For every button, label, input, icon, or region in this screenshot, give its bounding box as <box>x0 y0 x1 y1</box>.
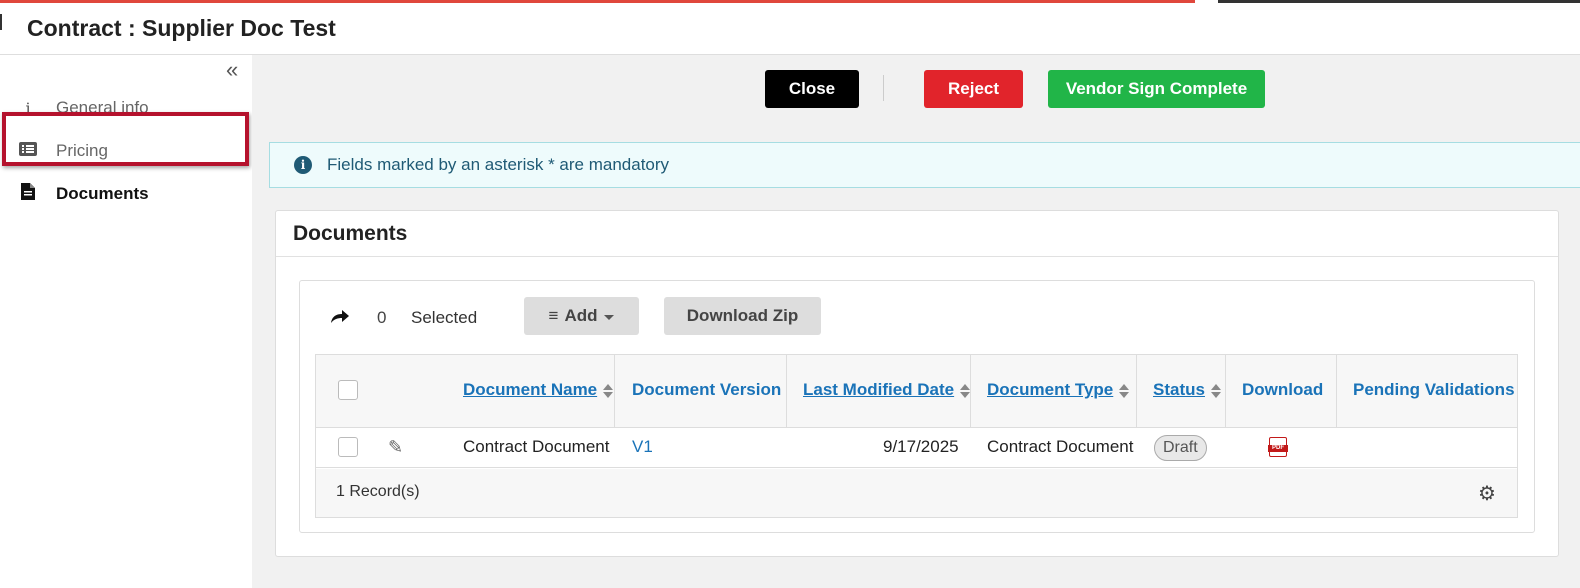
documents-table: Document Name Document Version Last Modi… <box>315 354 1518 518</box>
column-divider <box>786 355 787 428</box>
select-all-checkbox[interactable] <box>338 380 358 400</box>
add-dropdown-button[interactable]: ≡ Add <box>524 297 639 335</box>
pdf-icon[interactable]: PDF <box>1268 437 1288 457</box>
table-footer: 1 Record(s) ⚙ <box>316 469 1517 517</box>
edit-pencil-icon[interactable]: ✎ <box>388 437 403 458</box>
documents-panel-title: Documents <box>293 222 408 245</box>
gear-icon[interactable]: ⚙ <box>1478 481 1496 506</box>
column-divider <box>1225 355 1226 428</box>
cell-last-modified-date: 9/17/2025 <box>883 437 959 456</box>
record-count: 1 Record(s) <box>336 483 420 500</box>
title-bar: Contract : Supplier Doc Test <box>0 3 1580 55</box>
download-zip-button[interactable]: Download Zip <box>664 297 821 335</box>
documents-panel: Documents 0 Selected ≡ Add Download Zip <box>275 210 1559 557</box>
collapse-sidebar-icon[interactable]: « <box>226 59 238 81</box>
column-divider <box>970 355 971 428</box>
column-header-last-modified-date[interactable]: Last Modified Date <box>803 380 971 400</box>
selected-count: 0 <box>377 308 387 327</box>
cell-document-type: Contract Document <box>987 437 1134 456</box>
document-icon <box>18 183 38 205</box>
row-checkbox[interactable] <box>338 437 358 457</box>
sidebar-item-label: Documents <box>56 184 149 203</box>
column-header-document-name[interactable]: Document Name <box>463 380 614 400</box>
button-divider <box>883 75 884 101</box>
column-header-download[interactable]: Download <box>1242 380 1323 400</box>
panel-divider <box>276 256 1558 257</box>
sort-icon <box>1210 383 1221 399</box>
page: Contract : Supplier Doc Test « i General… <box>0 0 1580 588</box>
column-divider <box>1336 355 1337 428</box>
table-header: Document Name Document Version Last Modi… <box>316 355 1517 428</box>
add-label: Add <box>564 306 598 325</box>
info-circle-icon: i <box>294 156 312 174</box>
sort-icon <box>1119 383 1130 399</box>
column-header-label: Last Modified Date <box>803 380 955 399</box>
alert-message: Fields marked by an asterisk * are manda… <box>327 155 670 174</box>
page-title: Contract : Supplier Doc Test <box>27 15 336 41</box>
column-header-document-type[interactable]: Document Type <box>987 380 1130 400</box>
cell-document-name: Contract Document <box>463 437 610 456</box>
column-header-pending-validations[interactable]: Pending Validations <box>1353 380 1515 400</box>
status-badge: Draft <box>1154 435 1207 461</box>
table-row[interactable]: ✎ Contract Document V1 9/17/2025 Contrac… <box>316 428 1517 468</box>
sort-icon <box>960 383 971 399</box>
column-header-document-version[interactable]: Document Version <box>632 380 781 400</box>
share-arrow-icon[interactable] <box>330 307 350 330</box>
column-header-label: Status <box>1153 380 1205 399</box>
main-content: Close Reject Vendor Sign Complete i Fiel… <box>252 55 1580 588</box>
column-header-label: Document Name <box>463 380 598 399</box>
close-button[interactable]: Close <box>765 70 859 108</box>
column-divider <box>614 355 615 428</box>
sort-icon <box>603 383 614 399</box>
active-item-highlight <box>2 112 249 166</box>
reject-button[interactable]: Reject <box>924 70 1023 108</box>
caret-down-icon <box>604 314 615 320</box>
pdf-icon-band: PDF <box>1268 445 1288 452</box>
vendor-sign-complete-button[interactable]: Vendor Sign Complete <box>1048 70 1265 108</box>
cell-document-version-link[interactable]: V1 <box>632 437 653 457</box>
documents-grid-container: 0 Selected ≡ Add Download Zip Document N… <box>299 280 1535 533</box>
mandatory-fields-alert: i Fields marked by an asterisk * are man… <box>269 142 1580 188</box>
column-header-label: Document Type <box>987 380 1114 399</box>
menu-icon: ≡ <box>548 306 559 325</box>
column-divider <box>1136 355 1137 428</box>
column-header-status[interactable]: Status <box>1153 380 1221 400</box>
sidebar-item-documents[interactable]: Documents <box>0 174 252 214</box>
selected-label: Selected <box>411 308 478 327</box>
